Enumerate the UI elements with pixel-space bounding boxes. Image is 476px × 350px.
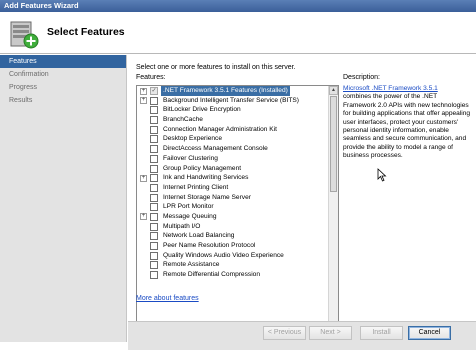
feature-row[interactable]: + Ink and Handwriting Services (137, 173, 338, 183)
feature-label: BitLocker Drive Encryption (163, 106, 241, 114)
instruction-text: Select one or more features to install o… (136, 64, 296, 71)
feature-checkbox[interactable] (150, 164, 158, 173)
expand-plus-icon[interactable]: + (140, 87, 147, 95)
feature-checkbox[interactable] (150, 251, 158, 260)
scroll-up-button[interactable]: ▲ (329, 86, 338, 95)
expand-plus-icon[interactable]: + (140, 174, 147, 182)
feature-row[interactable]: Connection Manager Administration Kit (137, 125, 338, 135)
feature-checkbox[interactable] (150, 222, 158, 231)
step-features[interactable]: Features (0, 55, 126, 68)
step-progress: Progress (9, 84, 38, 91)
feature-row[interactable]: Multipath I/O (137, 222, 338, 232)
expand-plus-icon[interactable]: + (140, 213, 147, 221)
feature-label: Message Queuing (163, 212, 217, 220)
window-title-bar[interactable]: Add Features Wizard (0, 0, 476, 12)
feature-checkbox[interactable] (150, 116, 158, 125)
mouse-cursor-icon (377, 168, 387, 182)
expand-plus-icon[interactable]: + (140, 97, 147, 105)
features-scrollbar[interactable]: ▲ ▼ (328, 86, 338, 337)
feature-label: DirectAccess Management Console (163, 145, 268, 153)
feature-label: Network Load Balancing (163, 232, 235, 240)
feature-row[interactable]: Internet Printing Client (137, 183, 338, 193)
feature-checkbox[interactable] (150, 212, 158, 221)
feature-label: Desktop Experience (163, 135, 223, 143)
wizard-header: Select Features (0, 12, 476, 54)
description-text: combines the power of the .NET Framework… (343, 93, 471, 160)
feature-label: Multipath I/O (163, 222, 201, 230)
install-button[interactable]: Install (360, 326, 403, 340)
feature-checkbox[interactable] (150, 154, 158, 163)
previous-button[interactable]: < Previous (263, 326, 306, 340)
feature-row[interactable]: Desktop Experience (137, 134, 338, 144)
feature-label: Failover Clustering (163, 154, 218, 162)
feature-checkbox[interactable] (150, 271, 158, 280)
wizard-steps: Features Confirmation Progress Results (0, 55, 127, 342)
server-add-icon (10, 21, 39, 49)
step-results: Results (9, 97, 33, 104)
feature-row[interactable]: LPR Port Monitor (137, 202, 338, 212)
feature-row[interactable]: DirectAccess Management Console (137, 144, 338, 154)
feature-row[interactable]: + ✓ .NET Framework 3.5.1 Features (Install… (137, 86, 338, 97)
next-button[interactable]: Next > (309, 326, 352, 340)
feature-checkbox[interactable] (150, 145, 158, 154)
feature-label: Ink and Handwriting Services (163, 174, 249, 182)
feature-description: Microsoft .NET Framework 3.5.1 combines … (343, 85, 471, 161)
feature-checkbox[interactable] (150, 106, 158, 115)
feature-label: LPR Port Monitor (163, 203, 214, 211)
description-label: Description: (343, 74, 380, 81)
feature-checkbox[interactable] (150, 135, 158, 144)
main-panel: Select one or more features to install o… (128, 55, 476, 338)
wizard-footer: < Previous Next > Install Cancel (128, 321, 476, 350)
feature-checkbox[interactable] (150, 183, 158, 192)
feature-checkbox[interactable] (150, 193, 158, 202)
description-link[interactable]: Microsoft .NET Framework 3.5.1 (343, 85, 471, 93)
feature-row[interactable]: + Message Queuing (137, 212, 338, 222)
feature-checkbox[interactable] (150, 125, 158, 134)
feature-label: Internet Printing Client (163, 183, 229, 191)
feature-label: Remote Differential Compression (163, 271, 260, 279)
feature-label: Group Policy Management (163, 164, 242, 172)
feature-checkbox[interactable] (150, 203, 158, 212)
scroll-thumb[interactable] (330, 96, 337, 192)
features-label: Features: (136, 74, 166, 81)
feature-row[interactable]: Quality Windows Audio Video Experience (137, 251, 338, 261)
page-title: Select Features (47, 26, 125, 38)
more-about-features-link[interactable]: More about features (136, 295, 199, 302)
feature-checkbox[interactable] (150, 242, 158, 250)
feature-row[interactable]: Internet Storage Name Server (137, 193, 338, 203)
feature-checkbox[interactable] (150, 174, 158, 183)
feature-checkbox[interactable]: ✓ (150, 87, 158, 95)
feature-label: Peer Name Resolution Protocol (163, 242, 256, 249)
step-confirmation: Confirmation (9, 71, 49, 78)
feature-checkbox[interactable] (150, 96, 158, 105)
feature-label: .NET Framework 3.5.1 Features (Installed… (160, 86, 291, 97)
cancel-button[interactable]: Cancel (408, 326, 451, 340)
feature-row[interactable]: BitLocker Drive Encryption (137, 105, 338, 115)
feature-checkbox[interactable] (150, 261, 158, 270)
feature-label: Internet Storage Name Server (163, 193, 251, 201)
feature-row[interactable]: BranchCache (137, 115, 338, 125)
feature-checkbox[interactable] (150, 232, 158, 241)
feature-row[interactable]: Peer Name Resolution Protocol (137, 241, 338, 251)
feature-label: Background Intelligent Transfer Service … (163, 96, 299, 104)
feature-label: Remote Assistance (163, 261, 220, 269)
feature-row[interactable]: + Background Intelligent Transfer Service… (137, 96, 338, 106)
feature-label: Connection Manager Administration Kit (163, 125, 277, 133)
feature-row[interactable]: Remote Assistance (137, 260, 338, 270)
window-title: Add Features Wizard (4, 1, 79, 10)
feature-row[interactable]: Group Policy Management (137, 164, 338, 174)
feature-label: BranchCache (163, 116, 203, 124)
feature-label: Quality Windows Audio Video Experience (163, 251, 284, 259)
feature-row[interactable]: Network Load Balancing (137, 231, 338, 241)
feature-row[interactable]: Failover Clustering (137, 154, 338, 164)
feature-row[interactable]: Remote Differential Compression (137, 270, 338, 280)
